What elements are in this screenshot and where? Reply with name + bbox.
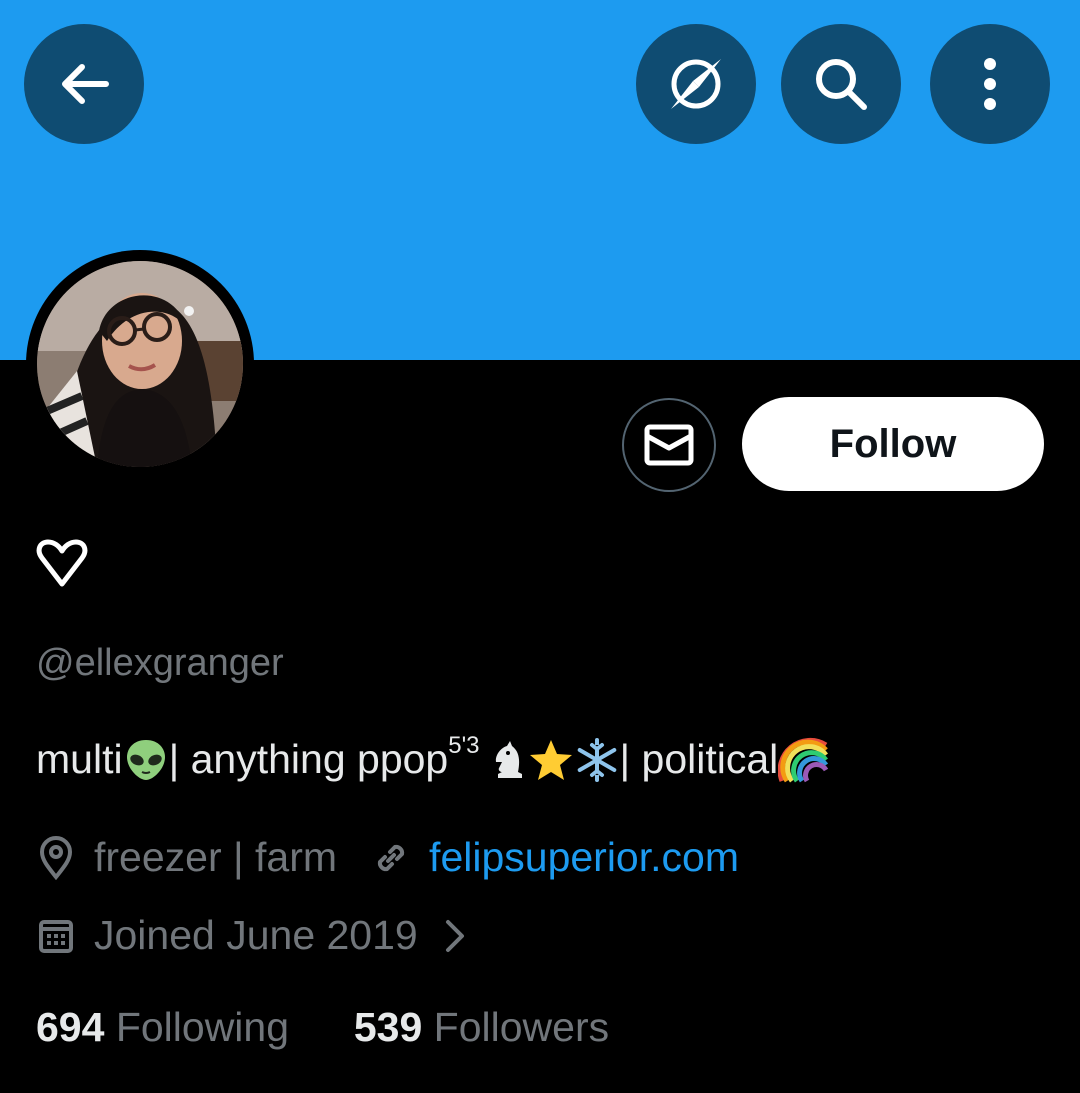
link-icon <box>378 844 405 871</box>
rainbow-emoji-icon <box>778 737 829 783</box>
alien-emoji-icon <box>126 739 165 780</box>
followers-link[interactable]: 539 Followers <box>354 1004 609 1050</box>
profile-handle: @ellexgranger <box>36 642 284 684</box>
profile-photo <box>37 261 243 467</box>
envelope-icon <box>644 424 694 466</box>
profile-website-link[interactable]: felipsuperior.com <box>429 834 739 881</box>
message-button[interactable] <box>622 398 716 492</box>
profile-joined-date: Joined June 2019 <box>94 912 418 958</box>
explore-button[interactable] <box>636 24 756 144</box>
star-emoji-icon <box>529 739 572 780</box>
bio-text-part1: multi <box>36 736 123 782</box>
bio-text-part3: | political <box>619 736 779 782</box>
followers-count: 539 <box>353 1004 423 1050</box>
profile-location: freezer | farm <box>94 834 338 880</box>
arrow-left-icon <box>62 64 109 104</box>
compass-icon <box>671 59 721 109</box>
heart-outline-icon <box>36 539 88 587</box>
bio-text-part2: | anything ppop <box>168 736 449 782</box>
profile-meta-location-row: freezer | farm felipsuperior.com <box>36 834 739 881</box>
search-icon <box>816 59 867 110</box>
bio-height: 5'3 <box>448 731 480 759</box>
profile-page: Follow @ellexgranger multi | anything pp… <box>0 0 1080 1093</box>
more-button[interactable] <box>930 24 1050 144</box>
back-button[interactable] <box>24 24 144 144</box>
following-label: Following <box>115 1004 290 1050</box>
profile-bio: multi | anything ppop 5'3 | political <box>36 732 829 783</box>
chevron-right-icon <box>445 919 464 952</box>
follow-button[interactable]: Follow <box>742 397 1044 491</box>
more-vertical-icon <box>984 58 996 110</box>
calendar-icon <box>39 919 73 953</box>
avatar-frame[interactable] <box>26 250 254 478</box>
profile-stats: 694 Following 539 Followers <box>36 1004 609 1051</box>
avatar[interactable] <box>37 261 243 467</box>
following-link[interactable]: 694 Following <box>36 1004 289 1050</box>
following-count: 694 <box>36 1004 105 1050</box>
location-pin-icon <box>39 835 73 880</box>
chess-knight-emoji-icon <box>495 740 522 778</box>
profile-meta-joined-row[interactable]: Joined June 2019 <box>36 912 466 959</box>
followers-label: Followers <box>433 1004 610 1050</box>
snowflake-emoji-icon <box>577 737 616 782</box>
search-button[interactable] <box>781 24 901 144</box>
display-name <box>36 538 88 590</box>
